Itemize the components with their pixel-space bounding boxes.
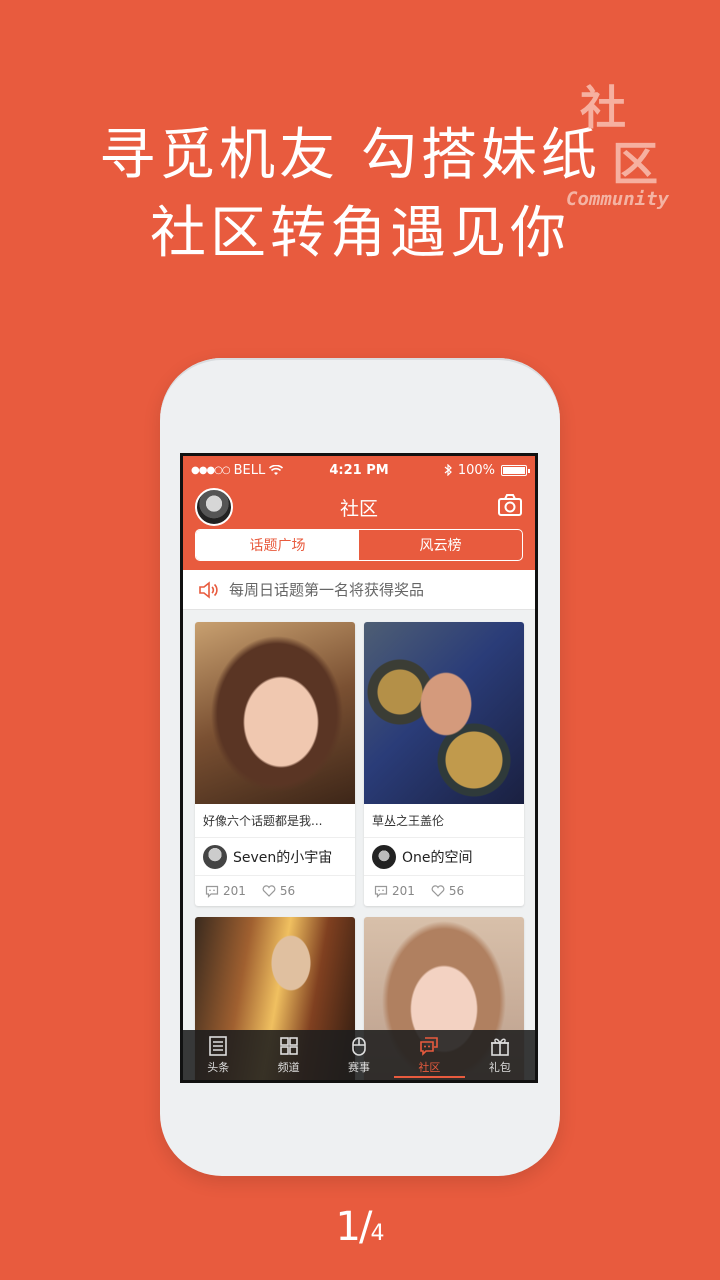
post-caption: 草丛之王盖伦: [364, 804, 524, 838]
tab-community[interactable]: 社区: [394, 1030, 466, 1080]
like-count-value: 56: [279, 884, 296, 898]
battery-percent: 100%: [457, 462, 495, 478]
nav-bar: 社区 话题广场 风云榜: [183, 484, 535, 570]
comment-count-value: 201: [223, 884, 246, 898]
tab-label: 礼包: [488, 1061, 511, 1074]
status-bar: ●●●○○ BELL 4:21 PM 100%: [183, 456, 535, 484]
post-author[interactable]: One的空间: [364, 838, 524, 876]
speaker-icon: [199, 580, 218, 599]
tab-label: 头条: [207, 1061, 230, 1074]
notice-banner[interactable]: 每周日话题第一名将获得奖品: [183, 570, 535, 610]
gift-icon: [490, 1038, 509, 1056]
post-image[interactable]: [195, 622, 355, 804]
tab-leaderboard[interactable]: 风云榜: [359, 530, 522, 560]
author-name: Seven的小宇宙: [233, 849, 333, 866]
author-avatar: [372, 844, 396, 869]
battery-icon: [501, 464, 530, 476]
tab-bar: 头条 频道 赛事 社区 礼包: [183, 1030, 535, 1080]
camera-icon[interactable]: [497, 492, 523, 518]
tab-topic-plaza[interactable]: 话题广场: [196, 530, 359, 560]
heart-icon: [431, 885, 445, 897]
post-caption: 好像六个话题都是我...: [195, 804, 355, 838]
page-current: 1: [335, 1204, 361, 1250]
community-stamp: 社 区 Community: [566, 72, 676, 222]
tab-headlines[interactable]: 头条: [183, 1030, 253, 1080]
comment-icon: [374, 885, 388, 898]
post-card[interactable]: 好像六个话题都是我... Seven的小宇宙 201 56: [195, 622, 355, 906]
tab-channels[interactable]: 频道: [253, 1030, 323, 1080]
post-image[interactable]: [364, 622, 524, 804]
mouse-icon: [352, 1037, 366, 1056]
post-stats: 201 56: [195, 876, 355, 906]
tab-events[interactable]: 赛事: [324, 1030, 394, 1080]
like-count-value: 56: [448, 884, 465, 898]
stamp-english: Community: [566, 188, 669, 210]
author-name: One的空间: [402, 849, 473, 866]
comment-icon: [205, 885, 219, 898]
post-author[interactable]: Seven的小宇宙: [195, 838, 355, 876]
tab-label: 社区: [418, 1061, 441, 1074]
like-count[interactable]: 56: [431, 884, 464, 898]
page-indicator: 1/4: [0, 1204, 720, 1250]
grid-icon: [279, 1037, 298, 1055]
like-count[interactable]: 56: [262, 884, 295, 898]
post-stats: 201 56: [364, 876, 524, 906]
page-total: 4: [370, 1221, 385, 1246]
tab-label: 频道: [277, 1061, 300, 1074]
page-title: 社区: [339, 498, 378, 520]
author-avatar: [203, 844, 227, 869]
post-card[interactable]: 草丛之王盖伦 One的空间 201 56: [364, 622, 524, 906]
comment-count[interactable]: 201: [374, 884, 415, 898]
comment-count-value: 201: [392, 884, 415, 898]
chat-bubbles-icon: [420, 1037, 439, 1056]
bluetooth-icon: [444, 464, 452, 476]
comment-count[interactable]: 201: [205, 884, 246, 898]
stamp-char-2: 区: [612, 137, 658, 191]
tab-gifts[interactable]: 礼包: [465, 1030, 535, 1080]
segmented-control: 话题广场 风云榜: [195, 529, 523, 561]
notice-text: 每周日话题第一名将获得奖品: [229, 581, 425, 599]
tab-label: 赛事: [348, 1061, 371, 1074]
headlines-icon: [209, 1036, 228, 1056]
phone-screen: ●●●○○ BELL 4:21 PM 100% 社区 话题广场 风云榜 每周日话…: [180, 453, 538, 1083]
heart-icon: [262, 885, 276, 897]
